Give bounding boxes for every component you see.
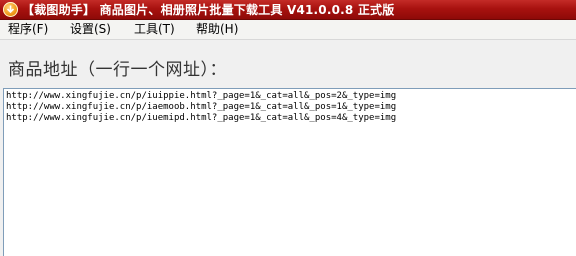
url-input-label: 商品地址（一行一个网址）：	[8, 60, 227, 80]
menu-help[interactable]: 帮助(H)	[196, 20, 238, 39]
url-line: http://www.xingfujie.cn/p/iuippie.html?_…	[6, 91, 397, 101]
menu-tools[interactable]: 工具(T)	[134, 20, 175, 39]
window-title: 【裁图助手】 商品图片、相册照片批量下载工具 V41.0.0.8 正式版	[22, 3, 395, 17]
title-bar: 【裁图助手】 商品图片、相册照片批量下载工具 V41.0.0.8 正式版	[0, 0, 576, 20]
app-icon	[3, 2, 18, 17]
url-line: http://www.xingfujie.cn/p/iuemipd.html?_…	[6, 113, 397, 123]
url-list-textarea[interactable]: http://www.xingfujie.cn/p/iuippie.html?_…	[3, 88, 576, 256]
menu-bar: 程序(F) 设置(S) 工具(T) 帮助(H)	[0, 20, 576, 40]
menu-program[interactable]: 程序(F)	[8, 20, 48, 39]
menu-settings[interactable]: 设置(S)	[70, 20, 111, 39]
url-line: http://www.xingfujie.cn/p/iaemoob.html?_…	[6, 102, 397, 112]
